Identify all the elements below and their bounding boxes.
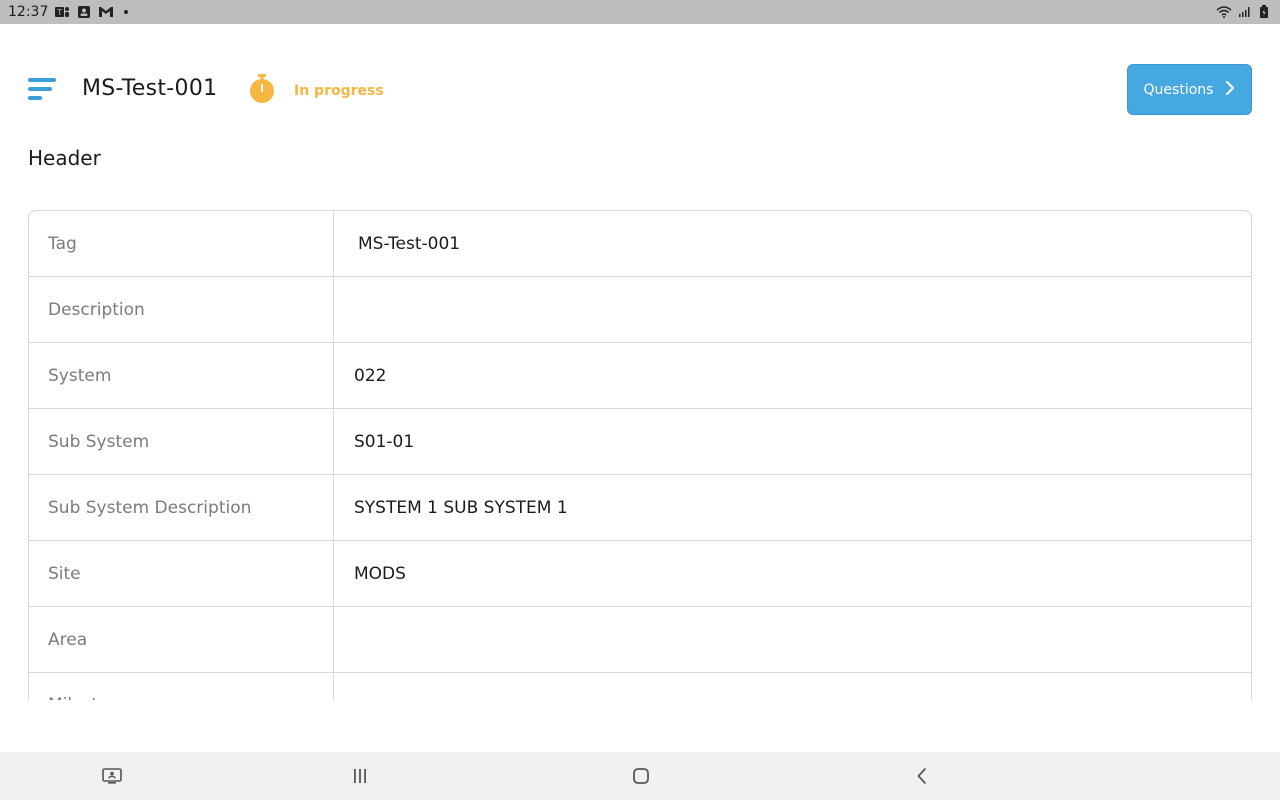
questions-button[interactable]: Questions bbox=[1127, 64, 1252, 115]
wifi-icon bbox=[1216, 4, 1232, 20]
table-row: Sub System S01-01 bbox=[29, 409, 1251, 475]
row-label: Area bbox=[29, 607, 334, 672]
table-row: Site MODS bbox=[29, 541, 1251, 607]
table-row: Milestone bbox=[29, 673, 1251, 700]
row-value bbox=[334, 607, 1251, 672]
row-value: MODS bbox=[354, 563, 406, 584]
row-value bbox=[334, 673, 1251, 700]
status-indicator: In progress bbox=[248, 74, 384, 108]
app-header: MS-Test-001 In progress Questions bbox=[0, 24, 1280, 130]
table-row: Area bbox=[29, 607, 1251, 673]
details-table: Tag MS-Test-001 Description System 022 S… bbox=[28, 210, 1252, 700]
page-title: MS-Test-001 bbox=[82, 76, 218, 101]
screenshot-icon[interactable] bbox=[100, 764, 124, 788]
notification-dot bbox=[124, 10, 129, 14]
section-title: Header bbox=[28, 146, 101, 170]
clock: 12:37 bbox=[8, 4, 49, 20]
row-label: Sub System bbox=[29, 409, 334, 474]
questions-label: Questions bbox=[1143, 81, 1214, 98]
row-label: Milestone bbox=[29, 673, 334, 700]
table-row: Description bbox=[29, 277, 1251, 343]
row-label: Tag bbox=[29, 211, 334, 276]
signal-icon bbox=[1236, 4, 1252, 20]
teams-icon: T bbox=[54, 4, 70, 20]
recents-icon[interactable] bbox=[348, 764, 372, 788]
menu-icon[interactable] bbox=[28, 76, 58, 102]
battery-icon bbox=[1256, 4, 1272, 20]
status-left: 12:37 T bbox=[8, 4, 129, 20]
row-value: 022 bbox=[354, 365, 387, 386]
svg-text:T: T bbox=[57, 8, 63, 17]
status-right bbox=[1216, 4, 1272, 20]
table-row: Sub System Description SYSTEM 1 SUB SYST… bbox=[29, 475, 1251, 541]
row-label: Description bbox=[29, 277, 334, 342]
row-label: Sub System Description bbox=[29, 475, 334, 540]
table-row: Tag MS-Test-001 bbox=[29, 211, 1251, 277]
contacts-icon bbox=[76, 4, 92, 20]
stopwatch-icon bbox=[248, 74, 276, 108]
back-icon[interactable] bbox=[910, 764, 934, 788]
row-value: SYSTEM 1 SUB SYSTEM 1 bbox=[354, 497, 568, 518]
gmail-icon bbox=[98, 4, 114, 20]
row-label: System bbox=[29, 343, 334, 408]
row-label: Site bbox=[29, 541, 334, 606]
navigation-bar bbox=[0, 752, 1280, 800]
row-value bbox=[334, 277, 1251, 342]
row-value: MS-Test-001 bbox=[358, 233, 461, 254]
row-value: S01-01 bbox=[354, 431, 415, 452]
chevron-right-icon bbox=[1225, 80, 1235, 99]
home-icon[interactable] bbox=[629, 764, 653, 788]
table-row: System 022 bbox=[29, 343, 1251, 409]
status-label: In progress bbox=[294, 83, 384, 99]
status-bar: 12:37 T bbox=[0, 0, 1280, 24]
